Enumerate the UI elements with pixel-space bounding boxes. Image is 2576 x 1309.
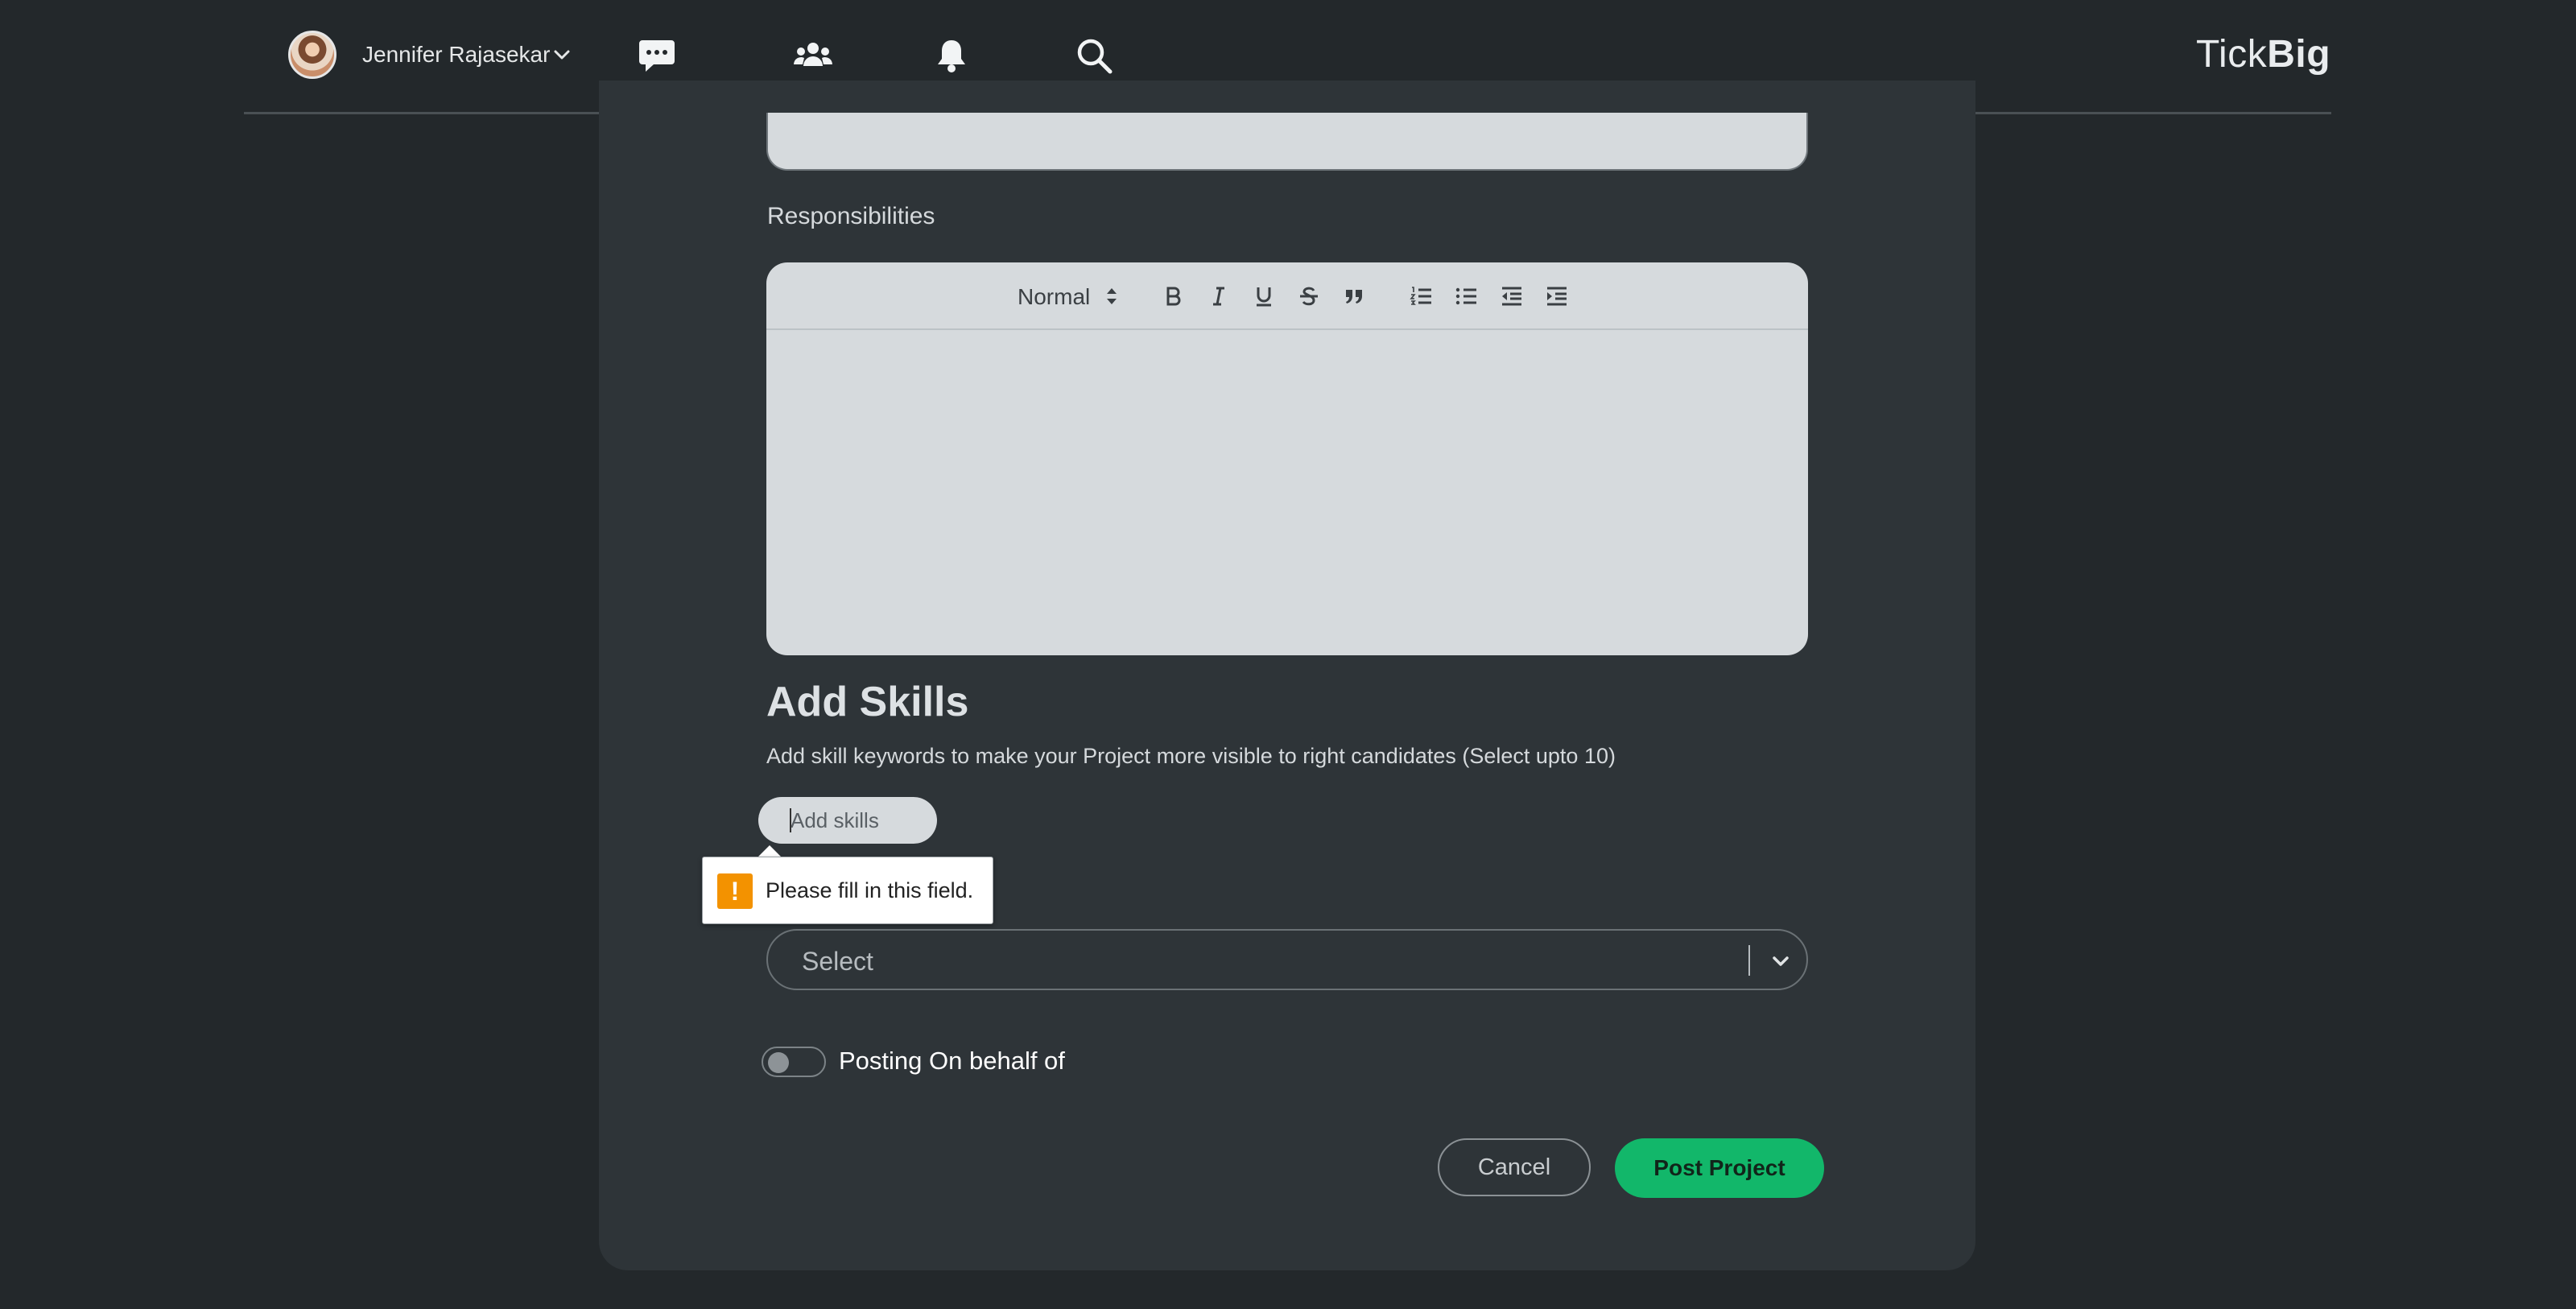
toggle-knob bbox=[768, 1052, 789, 1073]
bullet-list-icon bbox=[1455, 287, 1476, 305]
add-skills-input[interactable] bbox=[758, 797, 937, 844]
ordered-list-icon bbox=[1410, 287, 1431, 305]
warning-icon: ! bbox=[717, 873, 753, 909]
italic-button[interactable] bbox=[1204, 282, 1233, 311]
blockquote-icon bbox=[1346, 290, 1362, 304]
strikethrough-button[interactable] bbox=[1294, 282, 1323, 311]
updown-icon[interactable] bbox=[1104, 285, 1119, 308]
editor-content-area[interactable] bbox=[766, 330, 1808, 655]
select-placeholder: Select bbox=[802, 947, 873, 976]
ordered-list-button[interactable] bbox=[1407, 282, 1436, 311]
chevron-down-icon[interactable] bbox=[1769, 950, 1792, 972]
users-icon[interactable] bbox=[792, 37, 834, 74]
avatar[interactable] bbox=[288, 31, 336, 79]
select-separator bbox=[1748, 945, 1750, 976]
posting-on-behalf-toggle[interactable] bbox=[762, 1047, 826, 1077]
text-caret bbox=[790, 808, 791, 832]
chat-icon[interactable] bbox=[638, 37, 676, 74]
strikethrough-icon bbox=[1300, 287, 1318, 306]
user-name[interactable]: Jennifer Rajasekar bbox=[362, 42, 550, 68]
responsibilities-editor: Normal bbox=[766, 262, 1808, 655]
bell-icon[interactable] bbox=[934, 37, 969, 74]
previous-text-field[interactable] bbox=[766, 113, 1808, 171]
post-project-form-card bbox=[599, 81, 1975, 1270]
outdent-icon bbox=[1502, 287, 1521, 306]
format-select[interactable]: Normal bbox=[1018, 284, 1090, 310]
bold-button[interactable] bbox=[1159, 282, 1188, 311]
blockquote-button[interactable] bbox=[1340, 282, 1368, 311]
underline-button[interactable] bbox=[1249, 282, 1278, 311]
italic-icon bbox=[1213, 287, 1224, 306]
responsibilities-label: Responsibilities bbox=[767, 203, 935, 229]
bullet-list-button[interactable] bbox=[1452, 282, 1481, 311]
chevron-down-icon[interactable] bbox=[552, 45, 572, 64]
posting-on-behalf-label: Posting On behalf of bbox=[839, 1047, 1065, 1075]
indent-icon bbox=[1547, 287, 1567, 306]
post-project-button[interactable]: Post Project bbox=[1615, 1138, 1824, 1198]
cancel-button[interactable]: Cancel bbox=[1438, 1138, 1591, 1196]
add-skills-description: Add skill keywords to make your Project … bbox=[766, 744, 1616, 768]
outdent-button[interactable] bbox=[1497, 282, 1526, 311]
underline-icon bbox=[1257, 287, 1271, 307]
validation-tooltip: ! Please fill in this field. bbox=[702, 857, 993, 924]
editor-toolbar: Normal bbox=[766, 262, 1808, 330]
search-icon[interactable] bbox=[1075, 37, 1114, 74]
add-skills-heading: Add Skills bbox=[766, 679, 969, 725]
validation-message: Please fill in this field. bbox=[766, 878, 974, 902]
brand-logo[interactable]: TickBig bbox=[2196, 32, 2330, 76]
skills-select[interactable]: Select bbox=[766, 929, 1808, 990]
indent-button[interactable] bbox=[1542, 282, 1571, 311]
bold-icon bbox=[1166, 287, 1181, 306]
